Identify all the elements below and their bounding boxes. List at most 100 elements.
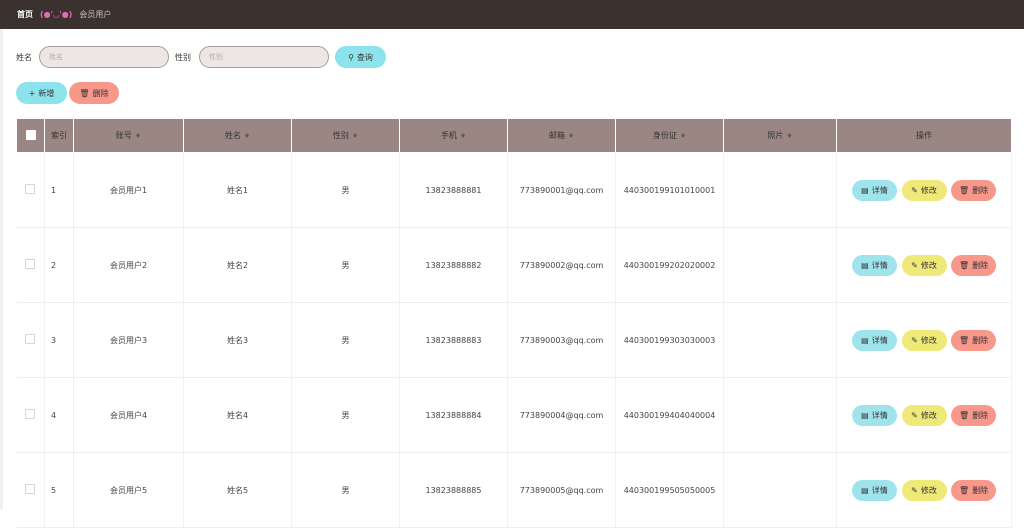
- cell-actions: ▤ 详情 ✎ 修改 🗑 删除: [836, 152, 1012, 228]
- detail-button[interactable]: ▤ 详情: [851, 179, 897, 201]
- sort-icon[interactable]: ♦: [460, 132, 466, 140]
- edit-button[interactable]: ✎ 修改: [901, 404, 947, 426]
- cell-actions: ▤ 详情 ✎ 修改 🗑 删除: [836, 452, 1012, 528]
- top-bar: 首页 (●'◡'●) 会员用户: [0, 0, 1024, 29]
- row-checkbox[interactable]: [25, 259, 36, 269]
- add-button[interactable]: + 新增: [16, 82, 67, 104]
- detail-label: 详情: [871, 260, 888, 270]
- trash-icon: 🗑: [79, 88, 90, 98]
- cell-name: 姓名2: [183, 227, 292, 303]
- sort-icon[interactable]: ♦: [244, 132, 250, 140]
- cell-photo: [723, 152, 837, 228]
- cell-gender: 男: [291, 452, 400, 528]
- edit-label: 修改: [920, 335, 937, 345]
- header-phone-label: 手机: [440, 131, 457, 140]
- cell-account: 会员用户5: [73, 452, 184, 528]
- header-email[interactable]: 邮箱 ♦: [507, 118, 616, 153]
- edit-button[interactable]: ✎ 修改: [901, 329, 947, 351]
- cell-email: 773890004@qq.com: [507, 377, 616, 453]
- pencil-icon: ✎: [911, 260, 918, 270]
- detail-label: 详情: [871, 485, 888, 495]
- edit-button[interactable]: ✎ 修改: [901, 479, 947, 501]
- pencil-icon: ✎: [911, 485, 918, 495]
- sort-icon[interactable]: ♦: [680, 132, 686, 140]
- edit-label: 修改: [920, 260, 937, 270]
- sort-icon[interactable]: ♦: [786, 132, 792, 140]
- add-button-label: 新增: [38, 88, 55, 98]
- header-gender[interactable]: 性别 ♦: [291, 118, 400, 153]
- cell-email: 773890001@qq.com: [507, 152, 616, 228]
- header-name-label: 姓名: [224, 131, 241, 140]
- select-all-cell[interactable]: [16, 118, 45, 153]
- header-account[interactable]: 账号 ♦: [73, 118, 184, 153]
- header-id-card-label: 身份证: [652, 131, 677, 140]
- cell-photo: [723, 302, 837, 378]
- table-row: 4 会员用户4 姓名4 男 13823888884 773890004@qq.c…: [16, 377, 1012, 453]
- delete-label: 删除: [972, 410, 989, 420]
- delete-button[interactable]: 🗑 删除: [951, 254, 997, 276]
- search-form: 姓名 性别 ⚲ 查询: [16, 46, 386, 68]
- plus-icon: +: [28, 88, 36, 98]
- cell-email: 773890002@qq.com: [507, 227, 616, 303]
- cell-actions: ▤ 详情 ✎ 修改 🗑 删除: [836, 377, 1012, 453]
- row-checkbox[interactable]: [25, 184, 36, 194]
- detail-button[interactable]: ▤ 详情: [851, 479, 897, 501]
- cell-id-card: 440300199404040004: [615, 377, 724, 453]
- cell-name: 姓名3: [183, 302, 292, 378]
- cell-account: 会员用户4: [73, 377, 184, 453]
- sort-icon[interactable]: ♦: [352, 132, 358, 140]
- header-name[interactable]: 姓名 ♦: [183, 118, 292, 153]
- header-phone[interactable]: 手机 ♦: [399, 118, 508, 153]
- cell-id-card: 440300199101010001: [615, 152, 724, 228]
- cell-gender: 男: [291, 302, 400, 378]
- table-row: 1 会员用户1 姓名1 男 13823888881 773890001@qq.c…: [16, 152, 1012, 228]
- cell-photo: [723, 452, 837, 528]
- table-row: 5 会员用户5 姓名5 男 13823888885 773890005@qq.c…: [16, 452, 1012, 528]
- sort-icon[interactable]: ♦: [568, 132, 574, 140]
- select-all-checkbox[interactable]: [25, 129, 36, 140]
- bulk-delete-button[interactable]: 🗑 删除: [69, 82, 119, 104]
- edit-label: 修改: [920, 410, 937, 420]
- table-header-row: 索引 账号 ♦ 姓名 ♦ 性别 ♦ 手机 ♦ 邮箱 ♦ 身份证 ♦ 照片 ♦ 操作: [16, 118, 1012, 153]
- header-photo[interactable]: 照片 ♦: [723, 118, 837, 153]
- edit-button[interactable]: ✎ 修改: [901, 254, 947, 276]
- row-checkbox[interactable]: [25, 334, 36, 344]
- cell-gender: 男: [291, 152, 400, 228]
- name-search-input[interactable]: [39, 46, 169, 68]
- search-icon: ⚲: [348, 52, 354, 62]
- delete-label: 删除: [972, 260, 989, 270]
- detail-label: 详情: [871, 335, 888, 345]
- delete-label: 删除: [972, 335, 989, 345]
- search-button-label: 查询: [356, 52, 373, 62]
- edit-label: 修改: [920, 485, 937, 495]
- cell-account: 会员用户1: [73, 152, 184, 228]
- table-row: 2 会员用户2 姓名2 男 13823888882 773890002@qq.c…: [16, 227, 1012, 303]
- member-table: 索引 账号 ♦ 姓名 ♦ 性别 ♦ 手机 ♦ 邮箱 ♦ 身份证 ♦ 照片 ♦ 操作 1 会员用…: [16, 118, 1012, 528]
- row-checkbox[interactable]: [25, 484, 36, 494]
- edit-button[interactable]: ✎ 修改: [901, 179, 947, 201]
- sort-icon[interactable]: ♦: [135, 132, 141, 140]
- detail-button[interactable]: ▤ 详情: [851, 329, 897, 351]
- bulk-delete-label: 删除: [92, 88, 109, 98]
- document-icon: ▤: [861, 260, 869, 270]
- detail-button[interactable]: ▤ 详情: [851, 254, 897, 276]
- delete-button[interactable]: 🗑 删除: [951, 329, 997, 351]
- row-checkbox[interactable]: [25, 409, 36, 419]
- document-icon: ▤: [861, 410, 869, 420]
- delete-button[interactable]: 🗑 删除: [951, 479, 997, 501]
- trash-icon: 🗑: [958, 410, 970, 420]
- cell-index: 5: [44, 452, 74, 528]
- document-icon: ▤: [861, 335, 869, 345]
- delete-button[interactable]: 🗑 删除: [951, 404, 997, 426]
- delete-button[interactable]: 🗑 删除: [951, 179, 997, 201]
- search-button[interactable]: ⚲ 查询: [335, 46, 386, 68]
- header-id-card[interactable]: 身份证 ♦: [615, 118, 724, 153]
- breadcrumb-home[interactable]: 首页: [17, 9, 33, 20]
- pencil-icon: ✎: [911, 185, 918, 195]
- delete-label: 删除: [972, 485, 989, 495]
- detail-button[interactable]: ▤ 详情: [851, 404, 897, 426]
- gender-search-input[interactable]: [199, 46, 329, 68]
- edit-label: 修改: [920, 185, 937, 195]
- cell-email: 773890003@qq.com: [507, 302, 616, 378]
- header-email-label: 邮箱: [548, 131, 565, 140]
